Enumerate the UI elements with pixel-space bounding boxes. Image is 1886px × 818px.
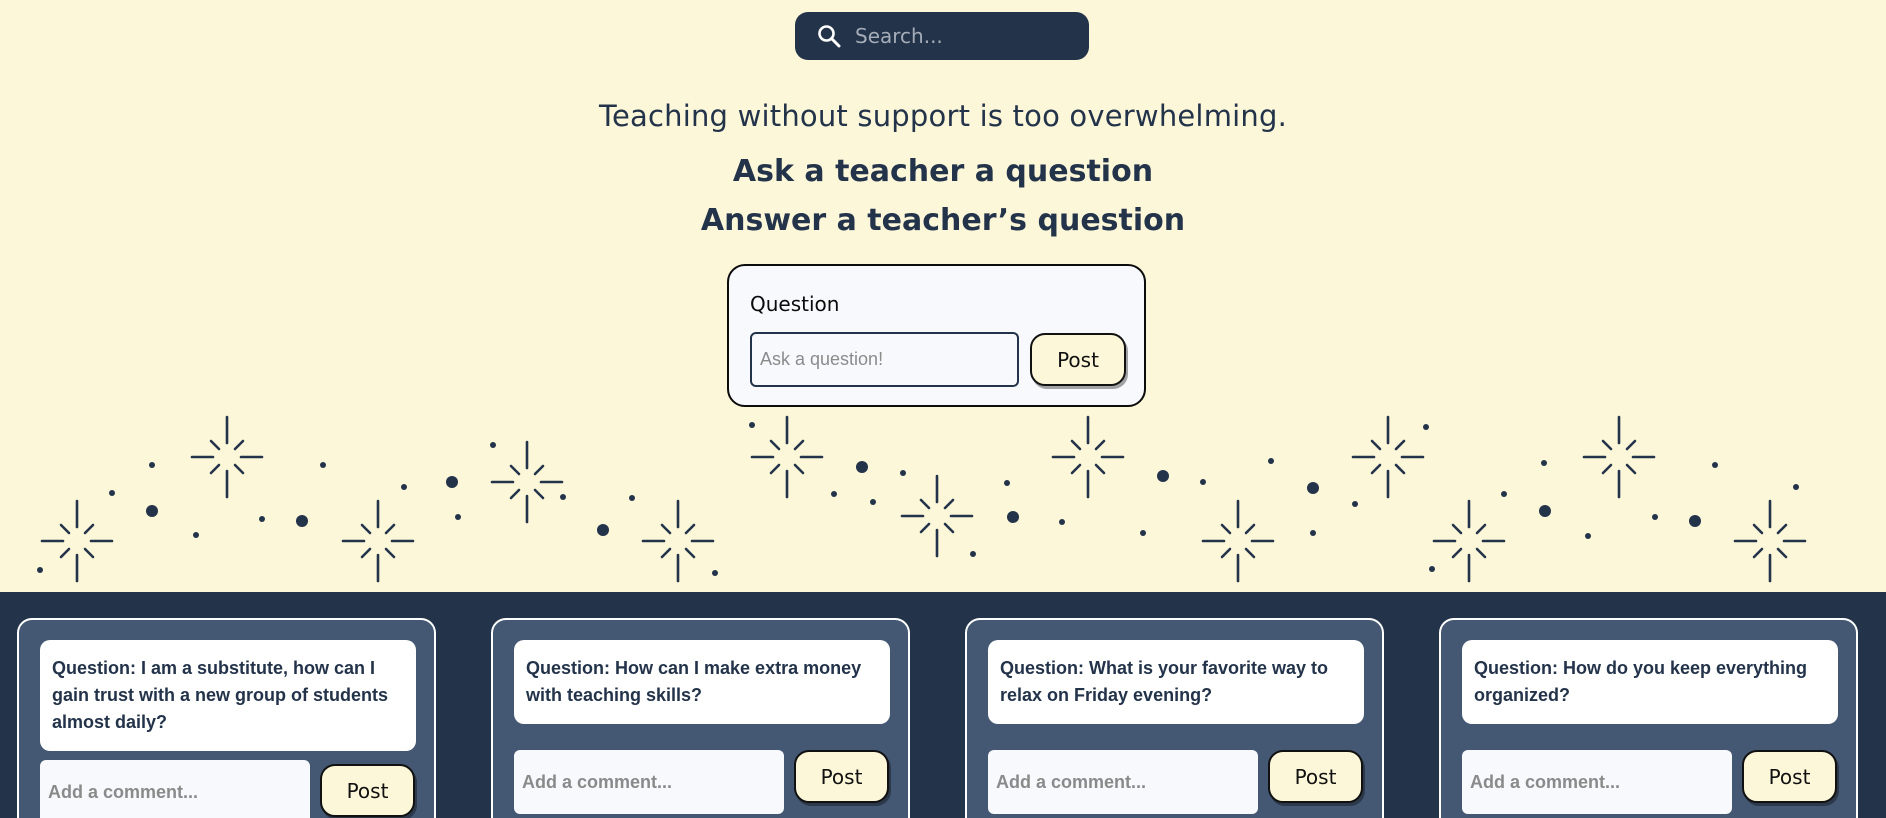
search-bar[interactable]	[795, 12, 1089, 60]
post-question-button[interactable]: Post	[1030, 333, 1126, 386]
dot-decoration	[1793, 484, 1799, 490]
dot-decoration	[970, 551, 976, 557]
dot-decoration	[597, 524, 609, 536]
comment-input[interactable]	[514, 750, 784, 814]
sparkle-icon	[341, 499, 415, 583]
dot-decoration	[1689, 515, 1701, 527]
dot-decoration	[1712, 462, 1718, 468]
dot-decoration	[1268, 458, 1274, 464]
post-comment-button[interactable]: Post	[1268, 750, 1363, 803]
dot-decoration	[1004, 480, 1010, 486]
dot-decoration	[37, 567, 43, 573]
dot-decoration	[560, 494, 566, 500]
dot-decoration	[1157, 470, 1169, 482]
sparkle-icon	[641, 499, 715, 583]
question-input[interactable]	[750, 332, 1019, 387]
dot-decoration	[320, 462, 326, 468]
dot-decoration	[193, 532, 199, 538]
dot-decoration	[146, 505, 158, 517]
dot-decoration	[1423, 424, 1429, 430]
dot-decoration	[1007, 511, 1019, 523]
sparkle-icon	[40, 499, 114, 583]
dot-decoration	[1307, 482, 1319, 494]
dot-decoration	[401, 484, 407, 490]
sparkle-icon	[1432, 499, 1506, 583]
question-card: Question: What is your favorite way to r…	[965, 618, 1384, 818]
question-label: Question	[750, 292, 840, 316]
sparkle-icon	[1582, 415, 1656, 499]
answer-heading: Answer a teacher’s question	[700, 203, 1186, 238]
dot-decoration	[296, 515, 308, 527]
sparkle-decoration	[37, 415, 1807, 583]
question-card: Question: How do you keep everything org…	[1439, 618, 1858, 818]
dot-decoration	[455, 514, 461, 520]
question-text: Question: What is your favorite way to r…	[988, 640, 1364, 724]
dot-decoration	[749, 422, 755, 428]
ask-heading: Ask a teacher a question	[732, 154, 1154, 189]
question-card: Question: How can I make extra money wit…	[491, 618, 910, 818]
question-text: Question: How can I make extra money wit…	[514, 640, 890, 724]
dot-decoration	[1140, 530, 1146, 536]
dot-decoration	[259, 516, 265, 522]
post-comment-button[interactable]: Post	[1742, 750, 1837, 803]
sparkle-icon	[490, 440, 564, 524]
comment-input[interactable]	[988, 750, 1258, 814]
comment-input[interactable]	[40, 760, 310, 818]
dot-decoration	[1429, 566, 1435, 572]
dot-decoration	[1200, 479, 1206, 485]
dot-decoration	[629, 495, 635, 501]
dot-decoration	[856, 461, 868, 473]
search-icon	[818, 25, 841, 48]
tagline: Teaching without support is too overwhel…	[598, 99, 1288, 133]
dot-decoration	[1541, 460, 1547, 466]
sparkle-icon	[750, 415, 824, 499]
dot-decoration	[712, 570, 718, 576]
question-text: Question: How do you keep everything org…	[1462, 640, 1838, 724]
dot-decoration	[1652, 514, 1658, 520]
dot-decoration	[1352, 501, 1358, 507]
question-text: Question: I am a substitute, how can I g…	[40, 640, 416, 751]
dot-decoration	[900, 470, 906, 476]
dot-decoration	[1539, 505, 1551, 517]
dot-decoration	[446, 476, 458, 488]
question-card: Question: I am a substitute, how can I g…	[17, 618, 436, 818]
post-comment-button[interactable]: Post	[794, 750, 889, 803]
sparkle-icon	[1051, 415, 1125, 499]
dot-decoration	[1059, 519, 1065, 525]
sparkle-icon	[900, 474, 974, 558]
dot-decoration	[870, 499, 876, 505]
dot-decoration	[490, 442, 496, 448]
sparkle-icon	[1351, 415, 1425, 499]
dot-decoration	[149, 462, 155, 468]
sparkle-icon	[190, 415, 264, 499]
dot-decoration	[109, 490, 115, 496]
ask-question-card: Question Post	[727, 264, 1146, 407]
dot-decoration	[1501, 491, 1507, 497]
comment-input[interactable]	[1462, 750, 1732, 814]
sparkle-icon	[1201, 499, 1275, 583]
sparkle-icon	[1733, 499, 1807, 583]
search-input[interactable]	[855, 24, 1065, 48]
dot-decoration	[1310, 530, 1316, 536]
post-comment-button[interactable]: Post	[320, 764, 415, 817]
dot-decoration	[1585, 533, 1591, 539]
dot-decoration	[831, 491, 837, 497]
